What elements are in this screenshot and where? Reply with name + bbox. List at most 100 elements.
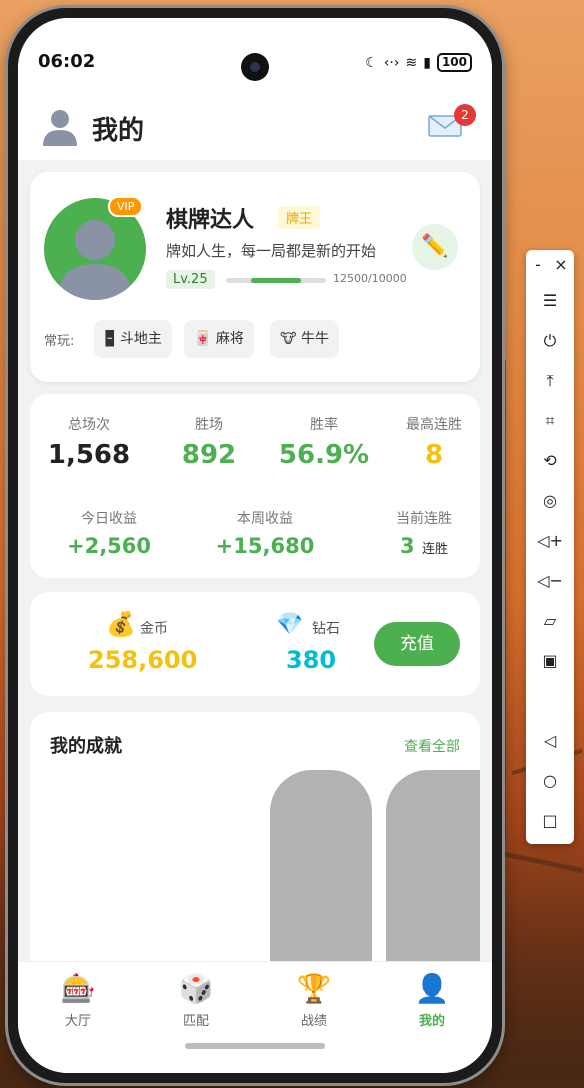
- stat-label: 当前连胜: [396, 511, 452, 527]
- stat-value: 1,568: [47, 440, 131, 470]
- stat-label: 今日收益: [81, 511, 137, 527]
- dice-icon: 🎲: [178, 972, 214, 1005]
- favorite-game-chip[interactable]: 🁢 斗地主: [94, 320, 172, 358]
- screenshot-icon[interactable]: ◎: [526, 486, 574, 516]
- stats-card: 总场次 1,568 胜场 892 胜率 56.9% 最高连胜 8 今日收益 +2…: [30, 394, 480, 578]
- stat-current-streak: 当前连胜 3 连胜: [374, 508, 474, 558]
- status-bar: 06:02 ☾ ‹·› ≋ ▮ 100: [18, 18, 492, 98]
- cow-icon: 🐮: [280, 331, 297, 347]
- status-icons: ☾ ‹·› ≋ ▮ 100: [365, 53, 472, 72]
- tab-label: 战绩: [300, 1014, 327, 1029]
- stat-value: 8: [424, 440, 444, 470]
- bottom-tab-bar: 🎰 大厅 🎲 匹配 🏆 战绩 👤 我的: [18, 961, 492, 1073]
- minimize-button[interactable]: -: [526, 250, 550, 280]
- home-indicator[interactable]: [185, 1043, 325, 1049]
- wifi-icon: ≋: [405, 54, 418, 71]
- recents-icon[interactable]: □: [526, 806, 574, 836]
- phone-frame: 06:02 ☾ ‹·› ≋ ▮ 100 我的 2 VIP 棋牌达人 牌王 牌如人…: [8, 8, 502, 1083]
- stat-label: 本周收益: [237, 511, 293, 527]
- tab-records[interactable]: 🏆 战绩: [274, 970, 354, 1029]
- tab-label: 匹配: [182, 1014, 209, 1029]
- volume-up-icon[interactable]: ◁+: [526, 526, 574, 556]
- home-icon[interactable]: ○: [526, 766, 574, 796]
- achievement-item[interactable]: [270, 770, 372, 961]
- tab-match[interactable]: 🎲 匹配: [156, 970, 236, 1029]
- moon-icon: ☾: [365, 54, 378, 71]
- data-transfer-icon: ‹·›: [383, 54, 400, 71]
- trophy-icon: 🏆: [296, 972, 332, 1005]
- stat-today-income: 今日收益 +2,560: [54, 508, 164, 558]
- card-icon: 🁢: [104, 331, 116, 347]
- achievements-title: 我的成就: [50, 736, 122, 757]
- gold-value: 258,600: [88, 646, 198, 674]
- favorite-game-label: 牛牛: [301, 331, 330, 347]
- back-icon[interactable]: ◁: [526, 726, 574, 756]
- exp-progress-bar: [226, 278, 326, 283]
- tab-lobby[interactable]: 🎰 大厅: [38, 970, 118, 1029]
- power-icon[interactable]: ⏻: [526, 326, 574, 356]
- status-time: 06:02: [38, 51, 96, 72]
- favorite-game-chip[interactable]: 🀄 麻将: [184, 320, 254, 358]
- favorite-game-label: 麻将: [215, 331, 244, 347]
- content-scroll[interactable]: VIP 棋牌达人 牌王 牌如人生，每一局都是新的开始 Lv.25 12500/1…: [18, 160, 492, 961]
- tab-profile[interactable]: 👤 我的: [392, 970, 472, 1029]
- pencil-icon: ✏️: [421, 234, 449, 259]
- stat-win-rate: 胜率 56.9%: [274, 414, 374, 470]
- stat-label: 胜率: [310, 417, 338, 433]
- money-bag-icon: 💰: [106, 610, 136, 638]
- stat-label: 胜场: [195, 417, 223, 433]
- mahjong-icon: 🀄: [194, 331, 212, 347]
- close-button[interactable]: ×: [548, 250, 574, 280]
- edit-profile-button[interactable]: ✏️: [412, 224, 458, 270]
- stat-value-wrap: 3 连胜: [374, 534, 474, 558]
- slot-machine-icon: 🎰: [60, 972, 96, 1005]
- stat-value: 892: [181, 440, 237, 470]
- diamond-label: 钻石: [312, 621, 340, 637]
- gold-label: 金币: [140, 621, 168, 637]
- page-title: 我的: [92, 116, 145, 146]
- title-tag: 牌王: [278, 206, 321, 229]
- exp-text: 12500/10000: [333, 272, 407, 285]
- favorite-game-chip[interactable]: 🐮 牛牛: [270, 320, 340, 358]
- favorites-label: 常玩:: [44, 334, 75, 349]
- signal-icon: ▮: [423, 54, 431, 71]
- user-icon: [43, 110, 77, 146]
- menu-icon[interactable]: ☰: [526, 286, 574, 316]
- page-header: 我的 2: [18, 98, 492, 160]
- achievements-card: 我的成就 查看全部: [30, 712, 480, 961]
- vip-badge: VIP: [108, 196, 144, 217]
- front-camera: [241, 53, 269, 81]
- recharge-button[interactable]: 充值: [374, 622, 460, 666]
- stat-unit: 连胜: [421, 542, 448, 557]
- stat-wins: 胜场 892: [164, 414, 254, 470]
- stat-total-games: 总场次 1,568: [44, 414, 134, 470]
- stat-value: 3: [400, 534, 415, 558]
- stat-value: +2,560: [66, 534, 152, 558]
- player-motto: 牌如人生，每一局都是新的开始: [166, 242, 377, 260]
- rotate-icon[interactable]: ⟲: [526, 446, 574, 476]
- battery-icon: 100: [436, 53, 472, 72]
- stat-week-income: 本周收益 +15,680: [200, 508, 330, 558]
- mail-badge: 2: [454, 104, 476, 126]
- volume-down-icon[interactable]: ◁−: [526, 566, 574, 596]
- level-badge: Lv.25: [166, 270, 215, 289]
- profile-card: VIP 棋牌达人 牌王 牌如人生，每一局都是新的开始 Lv.25 12500/1…: [30, 172, 480, 382]
- user-icon: 👤: [414, 972, 450, 1005]
- diamond-value: 380: [286, 646, 337, 674]
- favorite-game-label: 斗地主: [119, 331, 162, 347]
- crop-icon[interactable]: ⌗: [526, 406, 574, 436]
- tab-label: 我的: [418, 1014, 445, 1029]
- tab-label: 大厅: [64, 1014, 91, 1029]
- devices-icon[interactable]: ▣: [526, 646, 574, 676]
- side-toolbar: - × ☰ ⏻ ⤒ ⌗ ⟲ ◎ ◁+ ◁− ▱ ▣ ◁ ○ □: [526, 250, 574, 844]
- shake-icon[interactable]: ▱: [526, 606, 574, 636]
- view-all-link[interactable]: 查看全部: [404, 736, 460, 756]
- stat-label: 最高连胜: [406, 417, 462, 433]
- player-name: 棋牌达人: [166, 208, 255, 233]
- achievement-item[interactable]: [386, 770, 480, 961]
- stat-label: 总场次: [68, 417, 110, 433]
- diamond-icon: 💎: [276, 612, 304, 637]
- pin-top-icon[interactable]: ⤒: [526, 366, 574, 396]
- exp-progress-fill: [251, 278, 301, 283]
- phone-screen: 06:02 ☾ ‹·› ≋ ▮ 100 我的 2 VIP 棋牌达人 牌王 牌如人…: [18, 18, 492, 1073]
